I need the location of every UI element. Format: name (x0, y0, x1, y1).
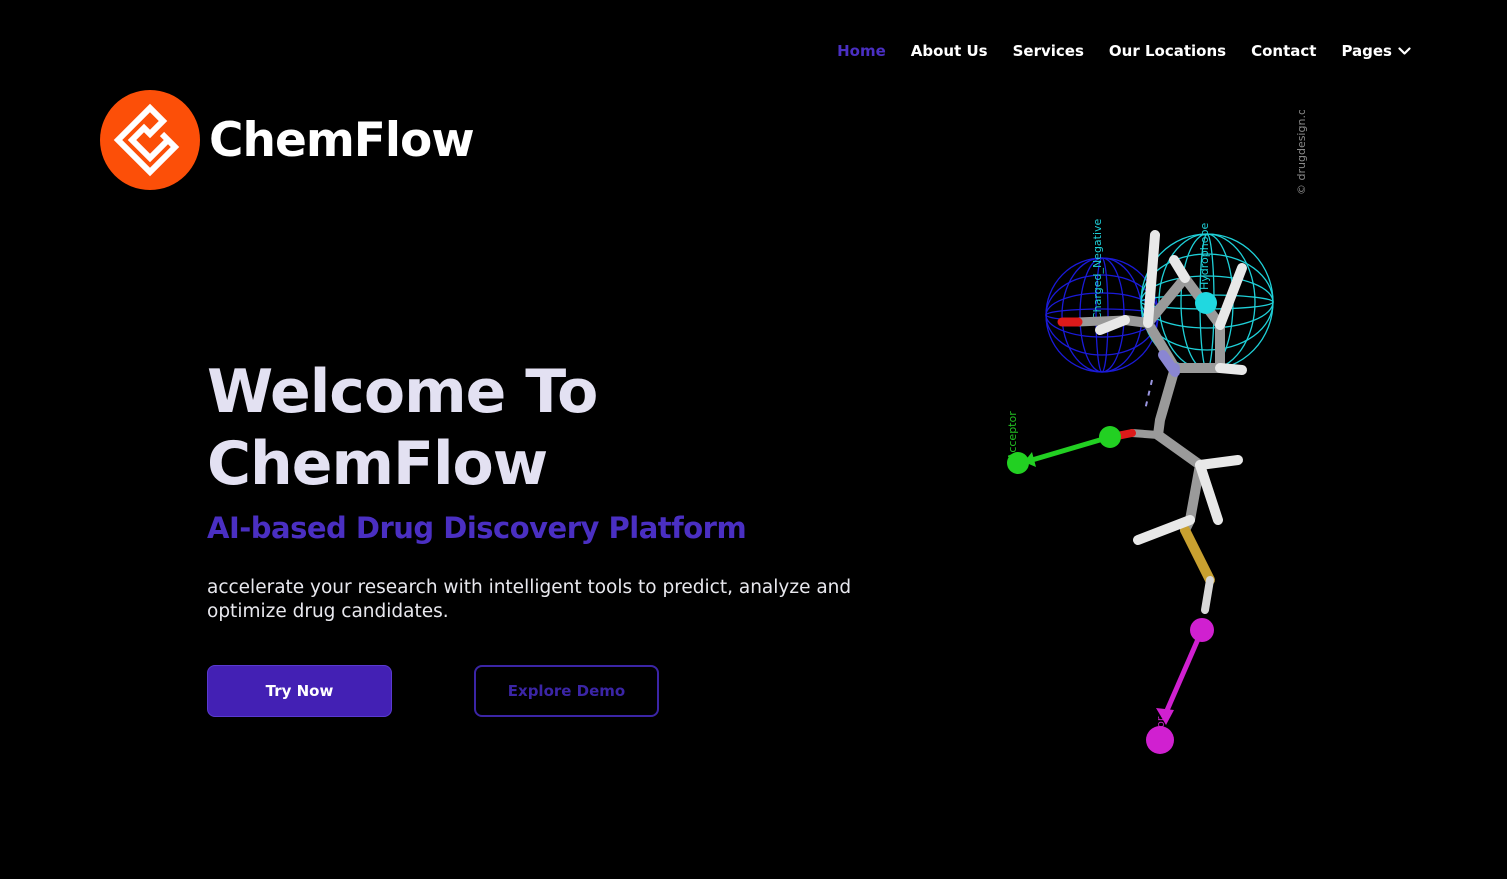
chemflow-logo-icon (100, 90, 200, 190)
hero-description: accelerate your research with intelligen… (207, 577, 852, 622)
nav-our-locations[interactable]: Our Locations (1109, 42, 1226, 60)
donor-vector (1146, 618, 1214, 754)
hero-title: Welcome To ChemFlow (207, 356, 598, 500)
explore-demo-button[interactable]: Explore Demo (474, 665, 659, 717)
nav-contact[interactable]: Contact (1251, 42, 1316, 60)
brand-logo[interactable]: ChemFlow (100, 90, 475, 190)
main-nav: Home About Us Services Our Locations Con… (837, 42, 1411, 60)
nav-home[interactable]: Home (837, 42, 886, 60)
brand-name: ChemFlow (209, 112, 475, 168)
chevron-down-icon (1398, 46, 1411, 55)
hero-title-line2: ChemFlow (207, 429, 548, 499)
try-now-button[interactable]: Try Now (207, 665, 392, 717)
label-hydrophobe: Hydrophobe (1198, 223, 1211, 290)
nav-pages-dropdown[interactable]: Pages (1341, 42, 1411, 60)
nav-services[interactable]: Services (1013, 42, 1084, 60)
hbond-dash (1144, 379, 1153, 411)
nav-about-us[interactable]: About Us (911, 42, 988, 60)
acceptor-vector (1007, 426, 1121, 474)
hero-subtitle: AI-based Drug Discovery Platform (207, 511, 747, 545)
nav-pages-label: Pages (1341, 42, 1392, 60)
hero-title-line1: Welcome To (207, 357, 598, 427)
molecule-illustration: © drugdesign.org Charged_Negative Hydrop… (1006, 110, 1308, 754)
label-charged-negative: Charged_Negative (1091, 218, 1104, 320)
molecule-watermark: © drugdesign.org (1295, 110, 1308, 195)
hydrophobe-center (1195, 292, 1217, 314)
